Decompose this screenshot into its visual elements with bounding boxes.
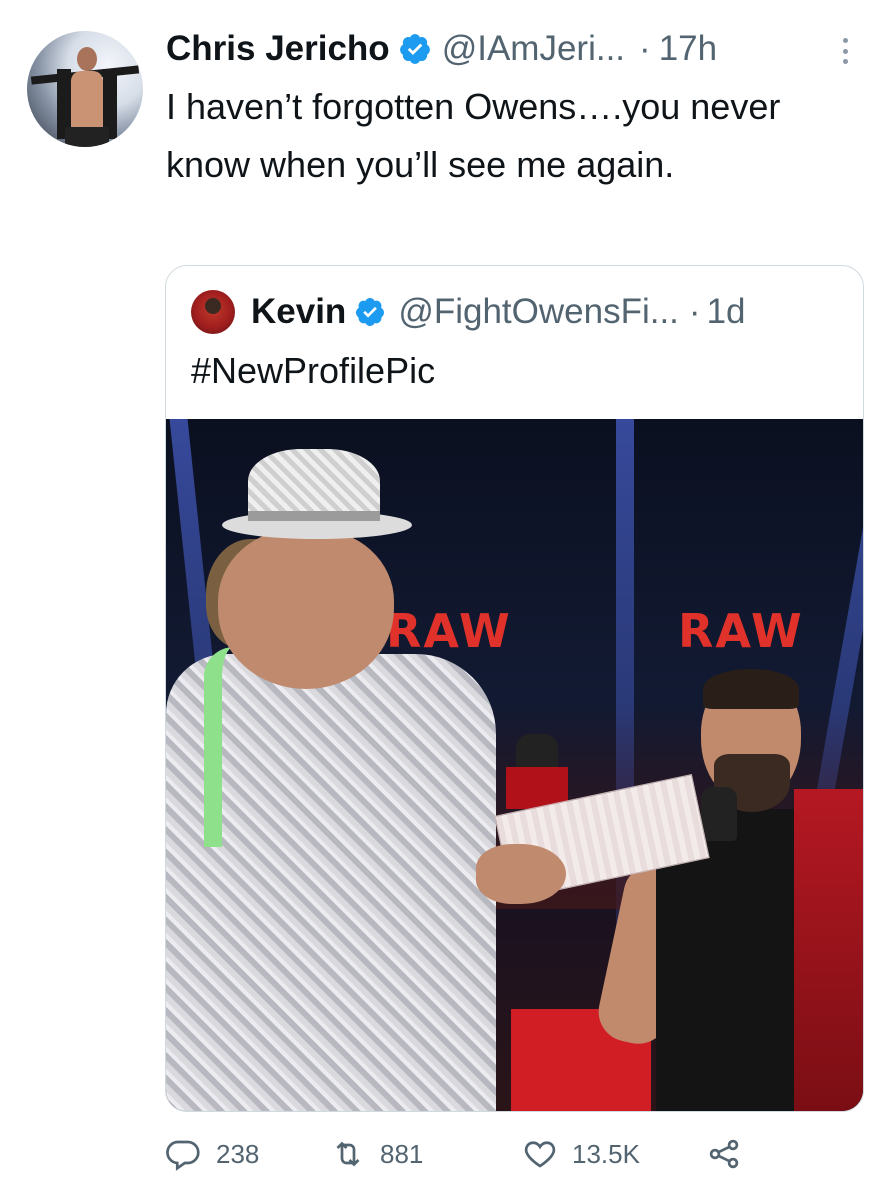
action-bar: 238 881 13.5K [166, 1132, 756, 1176]
author-name[interactable]: Chris Jericho [166, 29, 390, 69]
reply-count: 238 [216, 1138, 260, 1169]
quoted-time-separator: · [688, 292, 701, 331]
like-count: 13.5K [572, 1138, 640, 1169]
tweet-header: Chris Jericho @IAmJeri... · 17h [166, 27, 717, 71]
quoted-tweet-photo[interactable]: RAW RAW [166, 419, 863, 1111]
time-separator: · [639, 29, 651, 68]
reply-button[interactable]: 238 [166, 1136, 259, 1172]
quoted-tweet[interactable]: Kevin @FightOwensFi... · 1d #NewProfileP… [165, 265, 864, 1112]
retweet-count: 881 [380, 1138, 424, 1169]
quoted-tweet-timestamp[interactable]: 1d [707, 292, 746, 332]
raw-sign-left: RAW [386, 604, 512, 658]
author-handle[interactable]: @IAmJeri... [442, 29, 625, 69]
championship-belt [794, 789, 863, 1111]
share-button[interactable] [706, 1136, 742, 1172]
author-avatar[interactable] [27, 31, 143, 147]
quoted-author-name[interactable]: Kevin [251, 292, 346, 332]
verified-badge-icon [356, 298, 385, 326]
more-vertical-icon[interactable] [838, 38, 852, 64]
reply-icon [166, 1140, 200, 1171]
quoted-author-avatar[interactable] [191, 290, 235, 334]
raw-sign-right: RAW [678, 604, 804, 658]
quoted-author-handle[interactable]: @FightOwensFi... [398, 292, 679, 332]
retweet-button[interactable]: 881 [330, 1136, 423, 1172]
heart-icon [524, 1141, 556, 1168]
tweet-timestamp[interactable]: 17h [659, 29, 717, 69]
retweet-icon [336, 1141, 360, 1167]
quoted-tweet-text: #NewProfilePic [191, 350, 436, 391]
quoted-tweet-header: Kevin @FightOwensFi... · 1d [191, 288, 746, 336]
like-button[interactable]: 13.5K [522, 1136, 640, 1172]
share-icon [709, 1139, 739, 1169]
verified-badge-icon [399, 34, 430, 64]
tweet-text: I haven’t forgotten Owens….you never kno… [166, 86, 781, 185]
microphone-icon [701, 787, 737, 841]
